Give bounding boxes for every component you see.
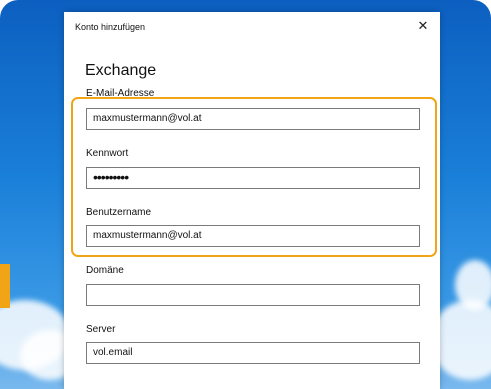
email-label: E-Mail-Adresse [86,88,155,99]
password-field[interactable]: ••••••••• [86,167,420,189]
highlight-marker [0,264,10,308]
dialog-title: Konto hinzufügen [75,22,146,32]
server-label: Server [86,324,116,335]
server-field[interactable]: vol.email [86,342,420,364]
password-label: Kennwort [86,148,129,159]
add-account-dialog: Konto hinzufügen ✕ Exchange E-Mail-Adres… [64,12,440,389]
cloud-decoration [455,260,491,310]
username-field[interactable]: maxmustermann@vol.at [86,225,420,247]
username-label: Benutzername [86,207,152,218]
domain-field[interactable] [86,284,420,306]
email-field[interactable]: maxmustermann@vol.at [86,108,420,130]
dialog-titlebar: Konto hinzufügen ✕ [64,12,440,42]
close-icon[interactable]: ✕ [414,17,432,35]
domain-label: Domäne [86,265,124,276]
account-type-heading: Exchange [85,62,157,79]
